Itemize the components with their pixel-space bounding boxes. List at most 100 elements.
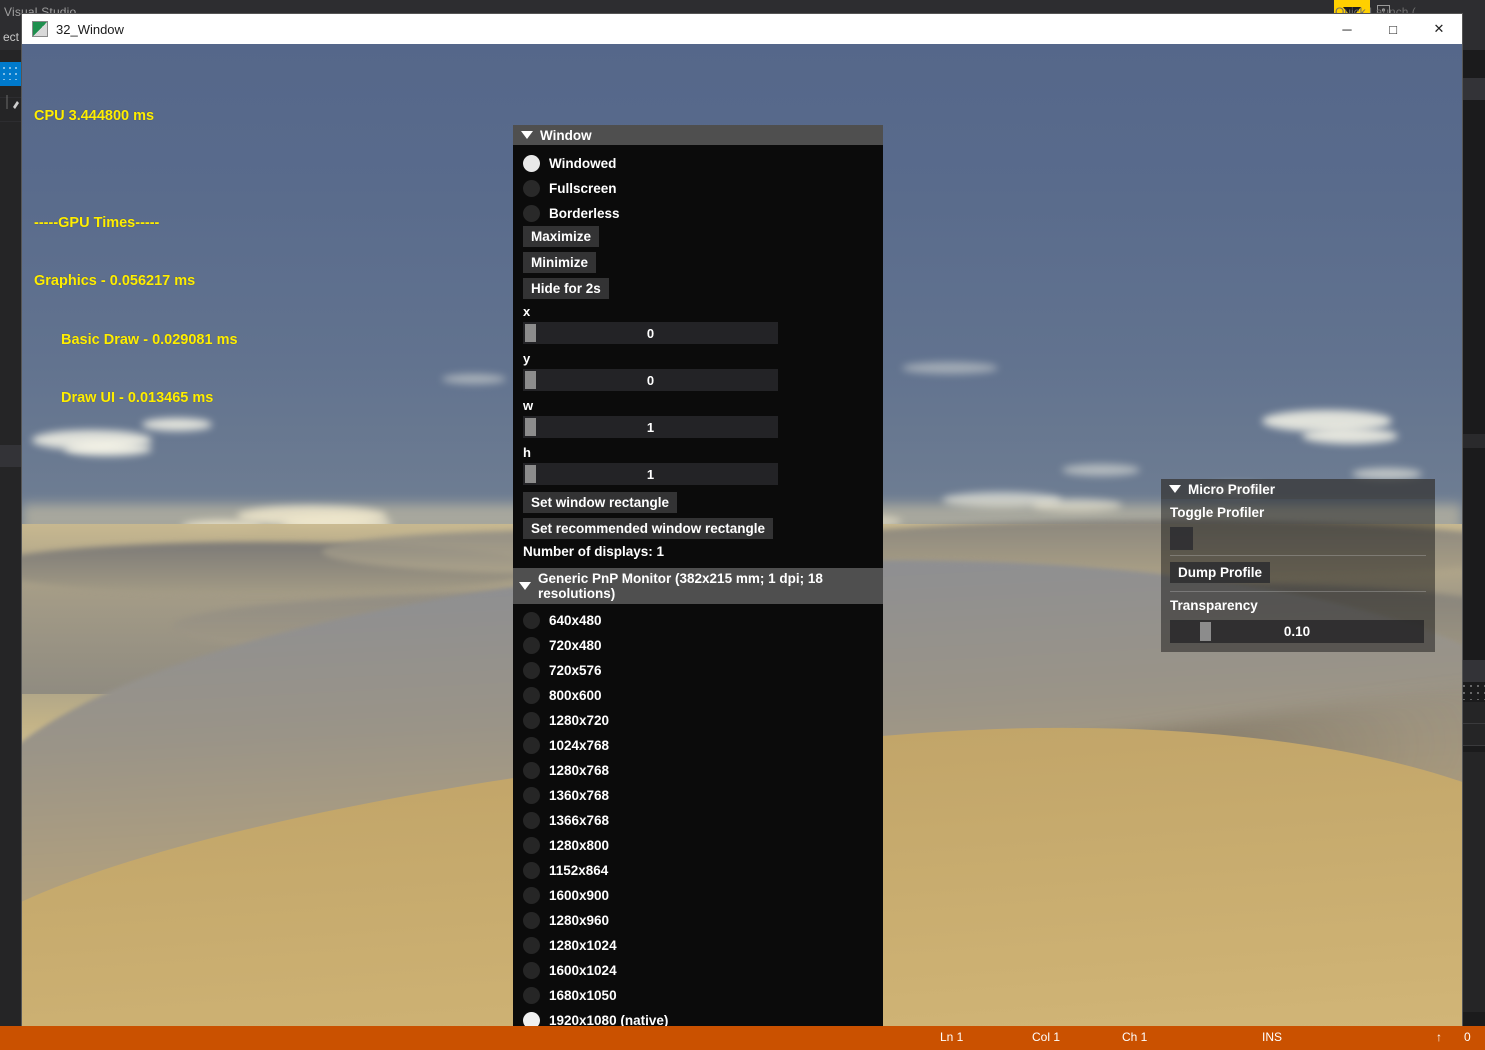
- perf-graphics: Graphics - 0.056217 ms: [34, 272, 238, 292]
- perf-basic-draw: Basic Draw - 0.029081 ms: [34, 331, 238, 351]
- resolution-item[interactable]: 640x480: [523, 608, 873, 633]
- radio-icon[interactable]: [523, 962, 540, 979]
- resolution-label: 1600x1024: [549, 963, 617, 978]
- resolution-item[interactable]: 800x600: [523, 683, 873, 708]
- slider-y[interactable]: 0: [523, 369, 778, 391]
- radio-icon[interactable]: [523, 737, 540, 754]
- radio-icon[interactable]: [523, 637, 540, 654]
- radio-fullscreen[interactable]: Fullscreen: [523, 176, 873, 201]
- app-window-icon: [32, 21, 48, 37]
- resolution-item[interactable]: 1680x1050: [523, 983, 873, 1008]
- status-column: Col 1: [1032, 1030, 1060, 1044]
- slider-x[interactable]: 0: [523, 322, 778, 344]
- resolution-label: 1280x960: [549, 913, 609, 928]
- close-button[interactable]: ✕: [1416, 14, 1462, 44]
- resolution-item[interactable]: 1600x1024: [523, 958, 873, 983]
- toggle-profiler-checkbox[interactable]: [1170, 527, 1193, 550]
- radio-icon[interactable]: [523, 712, 540, 729]
- resolution-item[interactable]: 1366x768: [523, 808, 873, 833]
- resolution-item[interactable]: 1024x768: [523, 733, 873, 758]
- radio-icon[interactable]: [523, 812, 540, 829]
- resolution-label: 1360x768: [549, 788, 609, 803]
- vs-menu-fragment: ect: [3, 30, 19, 44]
- radio-icon[interactable]: [523, 787, 540, 804]
- slider-w[interactable]: 1: [523, 416, 778, 438]
- game-window-title: 32_Window: [56, 22, 124, 37]
- resolution-label: 1280x768: [549, 763, 609, 778]
- game-window-titlebar[interactable]: 32_Window ─ □ ✕: [22, 14, 1462, 44]
- caret-down-icon[interactable]: [1169, 485, 1181, 493]
- radio-label: Fullscreen: [549, 181, 617, 196]
- window-panel-header[interactable]: Window: [513, 125, 883, 145]
- radio-icon[interactable]: [523, 180, 540, 197]
- slider-value: 0: [523, 322, 778, 344]
- resolution-label: 1152x864: [549, 863, 608, 878]
- resolution-label: 720x480: [549, 638, 602, 653]
- cloud: [1062, 464, 1140, 476]
- resolution-item[interactable]: 1280x720: [523, 708, 873, 733]
- resolution-item[interactable]: 1152x864: [523, 858, 873, 883]
- profiler-panel-header[interactable]: Micro Profiler: [1161, 479, 1435, 499]
- caret-down-icon[interactable]: [521, 131, 533, 139]
- hide-row: Hide for 2s: [523, 278, 873, 304]
- radio-icon[interactable]: [523, 987, 540, 1004]
- set-window-rectangle-button[interactable]: Set window rectangle: [523, 492, 677, 513]
- slider-value: 1: [523, 463, 778, 485]
- resolution-label: 1024x768: [549, 738, 609, 753]
- perf-draw-ui: Draw UI - 0.013465 ms: [34, 389, 238, 409]
- resolution-item[interactable]: 1280x800: [523, 833, 873, 858]
- radio-icon[interactable]: [523, 937, 540, 954]
- radio-icon[interactable]: [523, 912, 540, 929]
- slider-label-h: h: [523, 445, 873, 463]
- status-character: Ch 1: [1122, 1030, 1147, 1044]
- radio-icon[interactable]: [523, 155, 540, 172]
- minimize-button[interactable]: ─: [1324, 14, 1370, 44]
- perf-gpu-header: -----GPU Times-----: [34, 214, 238, 234]
- monitor-header[interactable]: Generic PnP Monitor (382x215 mm; 1 dpi; …: [513, 568, 883, 604]
- performance-overlay: CPU 3.444800 ms -----GPU Times----- Grap…: [34, 68, 238, 448]
- resolution-item[interactable]: 1280x768: [523, 758, 873, 783]
- radio-icon[interactable]: [523, 687, 540, 704]
- separator: [1170, 591, 1426, 592]
- resolution-label: 800x600: [549, 688, 602, 703]
- radio-icon[interactable]: [523, 612, 540, 629]
- cloud: [442, 374, 506, 384]
- radio-icon[interactable]: [523, 837, 540, 854]
- radio-borderless[interactable]: Borderless: [523, 201, 873, 226]
- resolution-label: 1280x720: [549, 713, 609, 728]
- radio-icon[interactable]: [523, 762, 540, 779]
- resolution-item[interactable]: 720x576: [523, 658, 873, 683]
- resolution-item[interactable]: 720x480: [523, 633, 873, 658]
- resolution-label: 1280x800: [549, 838, 609, 853]
- set-recommended-window-rectangle-button[interactable]: Set recommended window rectangle: [523, 518, 773, 539]
- perf-cpu: CPU 3.444800 ms: [34, 107, 238, 127]
- hide-for-2s-button[interactable]: Hide for 2s: [523, 278, 609, 299]
- resolution-item[interactable]: 1360x768: [523, 783, 873, 808]
- maximize-button[interactable]: Maximize: [523, 226, 599, 247]
- caret-down-icon[interactable]: [519, 582, 531, 590]
- status-bar: Ln 1 Col 1 Ch 1 INS ↑ 0: [0, 1026, 1485, 1050]
- radio-icon[interactable]: [523, 887, 540, 904]
- perf-spacer: [34, 166, 238, 175]
- separator: [1170, 555, 1426, 556]
- dump-profile-button[interactable]: Dump Profile: [1170, 562, 1270, 583]
- up-arrow-icon[interactable]: ↑: [1436, 1030, 1442, 1044]
- slider-label-w: w: [523, 398, 873, 416]
- monitor-label: Generic PnP Monitor (382x215 mm; 1 dpi; …: [538, 571, 877, 601]
- radio-windowed[interactable]: Windowed: [523, 151, 873, 176]
- resolution-item[interactable]: 1280x1024: [523, 933, 873, 958]
- radio-icon[interactable]: [523, 662, 540, 679]
- transparency-slider[interactable]: 0.10: [1170, 620, 1424, 643]
- slider-value: 0: [523, 369, 778, 391]
- profiler-panel-body: Toggle Profiler Dump Profile Transparenc…: [1161, 499, 1435, 652]
- radio-icon[interactable]: [523, 205, 540, 222]
- resolution-label: 720x576: [549, 663, 602, 678]
- resolution-item[interactable]: 1600x900: [523, 883, 873, 908]
- set-recommended-window-rectangle-row: Set recommended window rectangle: [523, 518, 873, 544]
- slider-h[interactable]: 1: [523, 463, 778, 485]
- resolution-item[interactable]: 1280x960: [523, 908, 873, 933]
- radio-label: Windowed: [549, 156, 616, 171]
- radio-icon[interactable]: [523, 862, 540, 879]
- maximize-button[interactable]: □: [1370, 14, 1416, 44]
- minimize-button[interactable]: Minimize: [523, 252, 596, 273]
